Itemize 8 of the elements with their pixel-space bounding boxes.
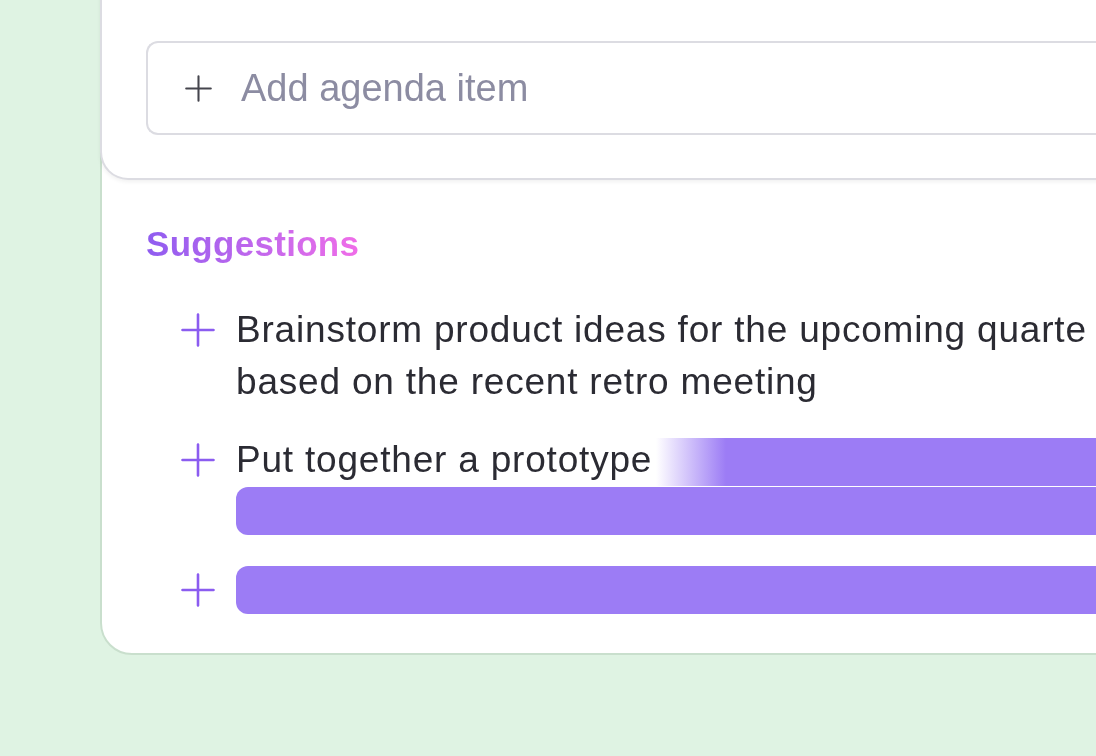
agenda-input-field[interactable]: Add agenda item: [146, 41, 1096, 135]
plus-icon: [181, 443, 215, 477]
plus-icon: [181, 573, 215, 607]
plus-icon: [185, 74, 212, 102]
suggestion-text: based on the recent retro meeting: [236, 360, 819, 404]
suggestion-text: Put together a prototype: [236, 438, 653, 482]
suggestion-text: Brainstorm product ideas for the upcoming quarte: [236, 308, 1087, 352]
plus-icon: [181, 313, 215, 347]
